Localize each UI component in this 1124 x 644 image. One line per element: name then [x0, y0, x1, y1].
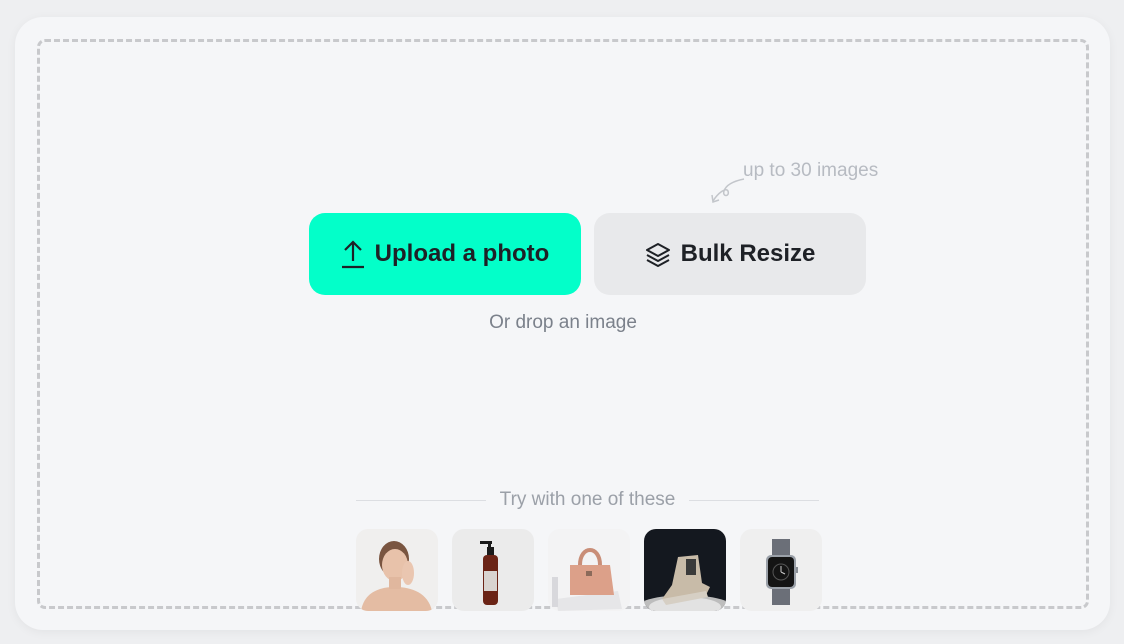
smartwatch-image	[766, 539, 798, 605]
sample-pink-handbag[interactable]	[548, 529, 630, 611]
sneaker-image	[644, 555, 726, 611]
drop-instructions: Or drop an image	[489, 312, 637, 333]
woman-portrait-image	[361, 541, 432, 611]
upload-photo-button[interactable]: Upload a photo	[309, 213, 581, 295]
bulk-resize-label: Bulk Resize	[680, 240, 816, 267]
sample-woman-portrait[interactable]	[356, 529, 438, 611]
samples-heading: Try with one of these	[499, 489, 676, 510]
sample-images	[356, 529, 822, 611]
drop-zone[interactable]: up to 30 images Upload a photo Bulk Resi…	[37, 39, 1089, 611]
sample-smartwatch[interactable]	[740, 529, 822, 611]
sample-lotion-bottle[interactable]	[452, 529, 534, 611]
upload-photo-label: Upload a photo	[374, 240, 550, 267]
divider	[689, 499, 820, 501]
pink-handbag-image	[548, 529, 630, 611]
sample-sneaker[interactable]	[644, 529, 726, 611]
bulk-resize-button[interactable]: Bulk Resize	[594, 213, 866, 295]
divider	[356, 499, 486, 501]
samples-heading-row: Try with one of these	[356, 489, 820, 511]
lotion-bottle-image	[480, 541, 498, 605]
upload-icon	[341, 240, 364, 269]
layers-icon	[645, 243, 670, 267]
upload-card: up to 30 images Upload a photo Bulk Resi…	[15, 17, 1110, 630]
bulk-limit-hint: up to 30 images	[743, 160, 879, 181]
